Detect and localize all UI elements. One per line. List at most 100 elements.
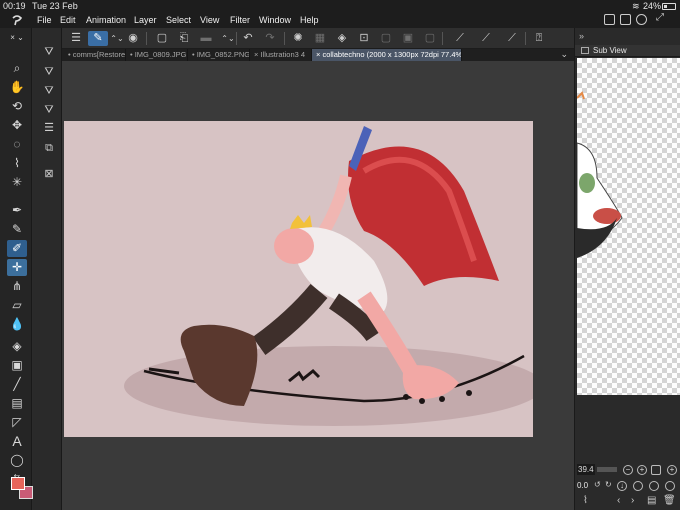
- status-date: Tue 23 Feb: [32, 1, 78, 11]
- zoom-value[interactable]: 39.4: [577, 464, 595, 475]
- vector-adjust-icon[interactable]: ⛛: [41, 83, 57, 99]
- zoom-row: 39.4 − + +: [577, 464, 680, 476]
- tab-comms[interactable]: • comms[Restore: [64, 49, 126, 61]
- pencil-tool-icon[interactable]: ✎: [7, 221, 27, 238]
- fullscreen-icon[interactable]: ⤢: [656, 12, 667, 23]
- layers-icon[interactable]: ☰: [41, 120, 57, 136]
- panel-collapse-icon[interactable]: »: [579, 31, 584, 41]
- status-time: 00:19: [3, 1, 26, 11]
- rotation-value: 0.0: [577, 481, 589, 490]
- open-file-icon[interactable]: ⎗: [176, 31, 192, 46]
- select-all-icon[interactable]: ▢: [422, 31, 438, 46]
- material-icon[interactable]: ⊠: [41, 166, 57, 182]
- save-icon[interactable]: ▬: [198, 31, 214, 46]
- transform-icon[interactable]: ⊡: [356, 31, 372, 46]
- menu-window[interactable]: Window: [259, 15, 291, 25]
- next-icon[interactable]: ›: [631, 495, 634, 506]
- document-tabs: • comms[Restore • IMG_0809.JPG • IMG_085…: [62, 49, 574, 61]
- flip-vertical-icon[interactable]: [665, 481, 675, 491]
- redo-icon[interactable]: ↷: [262, 31, 278, 46]
- menu-view[interactable]: View: [200, 15, 219, 25]
- new-file-icon[interactable]: ▢: [154, 31, 170, 46]
- magic-wand-tool-icon[interactable]: ✳: [7, 174, 27, 191]
- zoom-in-icon[interactable]: +: [637, 465, 647, 475]
- reset-rotate-icon[interactable]: [633, 481, 643, 491]
- view-mode-icon[interactable]: ◉: [125, 31, 141, 46]
- window-single-icon[interactable]: [620, 14, 631, 25]
- lasso-tool-icon[interactable]: ◌: [7, 136, 27, 153]
- flip-horizontal-icon[interactable]: [649, 481, 659, 491]
- eyedropper-tool-icon[interactable]: ⌇: [7, 155, 27, 172]
- vector-add-icon[interactable]: ⛛: [41, 64, 57, 80]
- hand-tool-icon[interactable]: ✋: [7, 79, 27, 96]
- delete-icon[interactable]: 🗑: [663, 495, 676, 506]
- loading-icon[interactable]: ✺: [290, 31, 306, 46]
- ruler-tool-icon[interactable]: ◸: [7, 414, 27, 431]
- eraser-tool-icon[interactable]: ▱: [7, 297, 27, 314]
- pen-tool-icon[interactable]: ✒: [7, 202, 27, 219]
- window-layout-icon[interactable]: [604, 14, 615, 25]
- tab-collabtechno[interactable]: × collabtechno (2000 x 1300px 72dpi 77.4…: [312, 49, 462, 61]
- tabs-chevron-down-icon[interactable]: ⌄: [560, 49, 568, 60]
- move-tool-icon[interactable]: ✥: [7, 117, 27, 134]
- sub-view-image: [577, 91, 623, 258]
- edit-mode-icon[interactable]: ✎: [88, 31, 108, 46]
- layer-stack-icon[interactable]: ⧉: [41, 140, 57, 156]
- gradient-tool-icon[interactable]: ▣: [7, 357, 27, 374]
- invert-select-icon[interactable]: ▣: [400, 31, 416, 46]
- menu-animation[interactable]: Animation: [86, 15, 126, 25]
- eyedropper-icon[interactable]: ⌇: [583, 495, 588, 506]
- frame-tool-icon[interactable]: ▤: [7, 395, 27, 412]
- menu-select[interactable]: Select: [166, 15, 191, 25]
- brush-tool-icon[interactable]: ✐: [7, 240, 27, 257]
- blend-tool-icon[interactable]: 💧: [7, 316, 27, 333]
- flip-icon[interactable]: ↓: [617, 481, 627, 491]
- rotate-left-icon[interactable]: ↺: [594, 480, 601, 489]
- rotate-right-icon[interactable]: ↻: [605, 480, 612, 489]
- perspective-snap-icon[interactable]: ⟋: [478, 31, 494, 46]
- menu-filter[interactable]: Filter: [230, 15, 250, 25]
- deselect-icon[interactable]: ▢: [378, 31, 394, 46]
- balloon-tool-icon[interactable]: ◯: [7, 452, 27, 469]
- fit-screen-icon[interactable]: [651, 465, 661, 475]
- fill-bucket-icon[interactable]: ◈: [334, 31, 350, 46]
- menu-help[interactable]: Help: [300, 15, 319, 25]
- wifi-icon: ≋: [632, 1, 640, 11]
- actual-size-icon[interactable]: +: [667, 465, 677, 475]
- airbrush-tool-icon[interactable]: ✛: [7, 259, 27, 276]
- line-tool-icon[interactable]: ╱: [7, 376, 27, 393]
- decoration-tool-icon[interactable]: ⋔: [7, 278, 27, 295]
- zoom-out-icon[interactable]: −: [623, 465, 633, 475]
- record-icon[interactable]: [636, 14, 647, 25]
- vector-select-icon[interactable]: ⛛: [41, 44, 57, 60]
- undo-icon[interactable]: ↶: [240, 31, 256, 46]
- main-color-swatch-front[interactable]: [11, 477, 25, 490]
- tab-img-0852[interactable]: • IMG_0852.PNG: [188, 49, 250, 61]
- chevron-updown-2-icon[interactable]: ⌃⌄: [220, 31, 236, 46]
- tab-img-0809[interactable]: • IMG_0809.JPG: [126, 49, 188, 61]
- chevron-updown-icon[interactable]: ⌃⌄: [109, 31, 125, 46]
- app-logo-icon[interactable]: [10, 13, 24, 27]
- tab-illustration3[interactable]: × Illustration3 4: [250, 49, 312, 61]
- menu-edit[interactable]: Edit: [60, 15, 76, 25]
- clear-icon[interactable]: ▦: [312, 31, 328, 46]
- import-icon[interactable]: ▤: [647, 495, 656, 506]
- fill-tool-icon[interactable]: ◈: [7, 338, 27, 355]
- ruler-snap-icon[interactable]: ⟋: [452, 31, 468, 46]
- previous-icon[interactable]: ‹: [617, 495, 620, 506]
- zoom-tool-icon[interactable]: ⌕: [7, 60, 27, 77]
- help-icon[interactable]: ⍰: [531, 31, 547, 46]
- menu-hamburger-icon[interactable]: ☰: [68, 31, 84, 46]
- text-tool-icon[interactable]: A: [7, 433, 27, 450]
- menu-file[interactable]: File: [37, 15, 52, 25]
- artwork-canvas[interactable]: [64, 121, 533, 437]
- palette-close-icon[interactable]: × ⌄: [7, 32, 27, 44]
- menu-layer[interactable]: Layer: [134, 15, 157, 25]
- vector-connect-icon[interactable]: ⛛: [41, 102, 57, 118]
- sub-view-title: Sub View: [593, 46, 627, 55]
- special-ruler-icon[interactable]: ⟋: [504, 31, 520, 46]
- rotate-tool-icon[interactable]: ⟲: [7, 98, 27, 115]
- sub-view-canvas[interactable]: [577, 58, 680, 395]
- tab-label: Illustration3 4: [260, 50, 306, 59]
- zoom-slider[interactable]: [597, 467, 617, 472]
